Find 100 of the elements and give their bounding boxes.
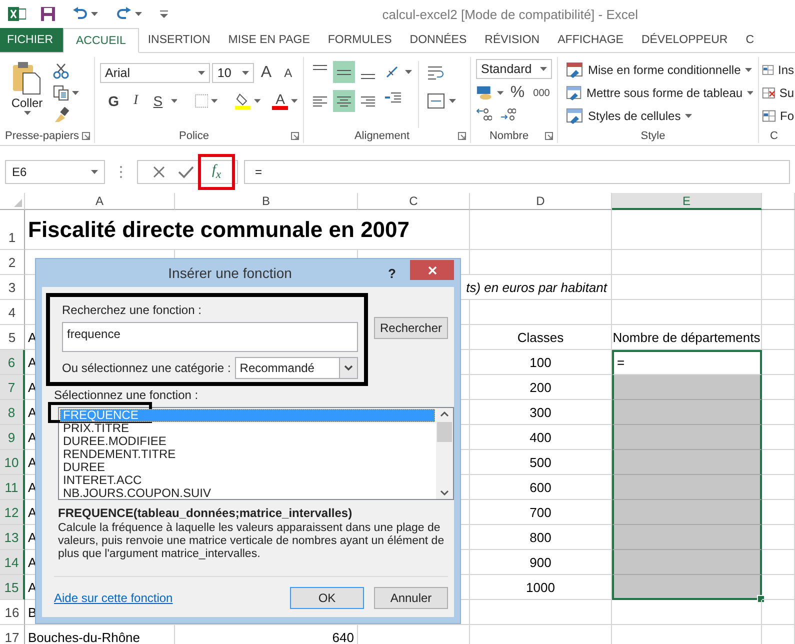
- thousands-button[interactable]: 000: [530, 83, 552, 103]
- column-header[interactable]: C: [358, 193, 470, 210]
- row-header[interactable]: 17: [0, 625, 25, 644]
- name-box[interactable]: E6: [5, 160, 105, 184]
- insert-cells-icon[interactable]: [762, 62, 774, 78]
- percent-button[interactable]: %: [508, 83, 527, 103]
- align-top-icon: [313, 65, 327, 70]
- redo-icon[interactable]: [116, 7, 132, 21]
- excel-logo-icon[interactable]: [8, 6, 26, 22]
- cells-menu-button[interactable]: Ins: [762, 59, 794, 81]
- caret-icon: [72, 91, 79, 95]
- dialog-launcher-icon[interactable]: [82, 132, 90, 140]
- ribbon-tab[interactable]: RÉVISION: [476, 28, 549, 52]
- borders-icon[interactable]: [194, 94, 208, 108]
- save-icon[interactable]: [40, 6, 56, 22]
- caret-icon: [198, 71, 206, 75]
- row-header[interactable]: 8: [0, 400, 25, 425]
- row-header[interactable]: 9: [0, 425, 25, 450]
- currency-icon[interactable]: [476, 85, 494, 101]
- ribbon-tab[interactable]: FORMULES: [318, 28, 401, 52]
- row-header[interactable]: 16: [0, 600, 25, 625]
- check-icon[interactable]: [178, 164, 194, 178]
- row-header[interactable]: 11: [0, 475, 25, 500]
- cells-menu-button[interactable]: Su: [762, 82, 794, 104]
- dialog-launcher-icon[interactable]: [545, 132, 553, 140]
- font-size-dropdown[interactable]: 10: [212, 63, 254, 83]
- function-list[interactable]: FREQUENCE PRIX.TITRE DUREE.MODIFIEE RENDEMENT.TITRE DUREE INTERET.ACC NB.JOURS.COUPON.SUIV: [58, 407, 454, 500]
- dialog-launcher-icon[interactable]: [458, 132, 466, 140]
- sheet-cell: [762, 500, 795, 525]
- ribbon-tab[interactable]: FICHIER: [0, 28, 63, 52]
- category-dropdown[interactable]: Recommandé: [234, 357, 358, 379]
- row-header[interactable]: 10: [0, 450, 25, 475]
- row-header[interactable]: 2: [0, 250, 25, 275]
- row-header[interactable]: 6: [0, 350, 25, 375]
- dialog-launcher-icon[interactable]: [291, 132, 299, 140]
- conditional-format-icon[interactable]: [566, 62, 584, 78]
- column-header[interactable]: A: [25, 193, 175, 210]
- sheet-cell: [762, 250, 795, 275]
- align-button[interactable]: [333, 61, 355, 83]
- brush-icon[interactable]: [53, 107, 69, 123]
- scissors-icon[interactable]: [53, 63, 69, 79]
- style-menu-button[interactable]: Mettre sous forme de tableau: [566, 82, 753, 104]
- ribbon-tab[interactable]: DÉVELOPPEUR: [632, 28, 737, 52]
- ribbon-tab[interactable]: MISE EN PAGE: [219, 28, 319, 52]
- delete-cells-icon[interactable]: [762, 85, 776, 101]
- cell-styles-icon[interactable]: [566, 108, 584, 124]
- number-format-dropdown[interactable]: Standard: [476, 59, 552, 79]
- undo-icon[interactable]: [72, 7, 88, 21]
- ribbon-tab[interactable]: C: [736, 28, 764, 52]
- column-header[interactable]: B: [175, 193, 358, 210]
- scroll-thumb[interactable]: [437, 422, 452, 442]
- row-header[interactable]: 14: [0, 550, 25, 575]
- row-header[interactable]: 7: [0, 375, 25, 400]
- column-header[interactable]: D: [470, 193, 612, 210]
- dialog-button[interactable]: Annuler: [374, 587, 448, 609]
- shrink-font-button[interactable]: A: [278, 63, 298, 83]
- merge-icon[interactable]: [427, 93, 445, 109]
- grow-font-button[interactable]: A: [256, 63, 276, 83]
- search-label: Recherchez une fonction :: [61, 303, 202, 317]
- font-style-button[interactable]: I: [126, 91, 146, 111]
- row-header[interactable]: 12: [0, 500, 25, 525]
- copy-icon[interactable]: [53, 85, 69, 101]
- dialog-button[interactable]: OK: [290, 587, 364, 609]
- fill-handle[interactable]: [757, 595, 765, 603]
- cells-menu-button[interactable]: Fo: [762, 105, 794, 127]
- ribbon-tab[interactable]: INSERTION: [138, 28, 220, 52]
- cancel-icon[interactable]: [152, 164, 166, 178]
- row-header[interactable]: 13: [0, 525, 25, 550]
- ribbon-tab[interactable]: AFFICHAGE: [548, 28, 632, 52]
- font-style-button[interactable]: S: [148, 91, 168, 111]
- insert-function-button[interactable]: f$_{x}$: [212, 162, 222, 180]
- font-style-button[interactable]: G: [104, 91, 124, 111]
- table-format-icon[interactable]: [566, 85, 582, 101]
- decrease-decimal-icon[interactable]: [500, 107, 516, 121]
- wrap-text-icon[interactable]: [427, 65, 445, 81]
- align-button[interactable]: [333, 90, 355, 112]
- scrollbar[interactable]: [436, 408, 453, 499]
- column-header[interactable]: E: [612, 193, 762, 210]
- caret-icon: [91, 170, 98, 174]
- fill-color-icon[interactable]: [235, 92, 251, 110]
- formula-input[interactable]: =: [244, 160, 790, 184]
- style-menu-button[interactable]: Styles de cellules: [566, 105, 753, 127]
- style-menu-button[interactable]: Mise en forme conditionnelle: [566, 59, 753, 81]
- paste-button[interactable]: Coller: [5, 61, 49, 128]
- format-cells-icon[interactable]: [762, 108, 776, 124]
- increase-decimal-icon[interactable]: [476, 107, 492, 121]
- ribbon-tab[interactable]: DONNÉES: [400, 28, 476, 52]
- font-name-dropdown[interactable]: Arial: [100, 63, 210, 83]
- row-header[interactable]: 1: [0, 210, 25, 250]
- close-button[interactable]: [410, 260, 454, 280]
- search-field[interactable]: frequence: [62, 322, 358, 352]
- indent-icon[interactable]: [385, 91, 401, 105]
- row-header[interactable]: 4: [0, 300, 25, 325]
- row-header[interactable]: 3: [0, 275, 25, 300]
- customize-icon[interactable]: [160, 10, 168, 18]
- sheet-cell: [762, 350, 795, 375]
- font-color-button[interactable]: A: [272, 92, 288, 110]
- search-button[interactable]: Rechercher: [374, 317, 448, 339]
- row-header[interactable]: 15: [0, 575, 25, 600]
- ribbon-tab[interactable]: ACCUEIL: [63, 28, 139, 53]
